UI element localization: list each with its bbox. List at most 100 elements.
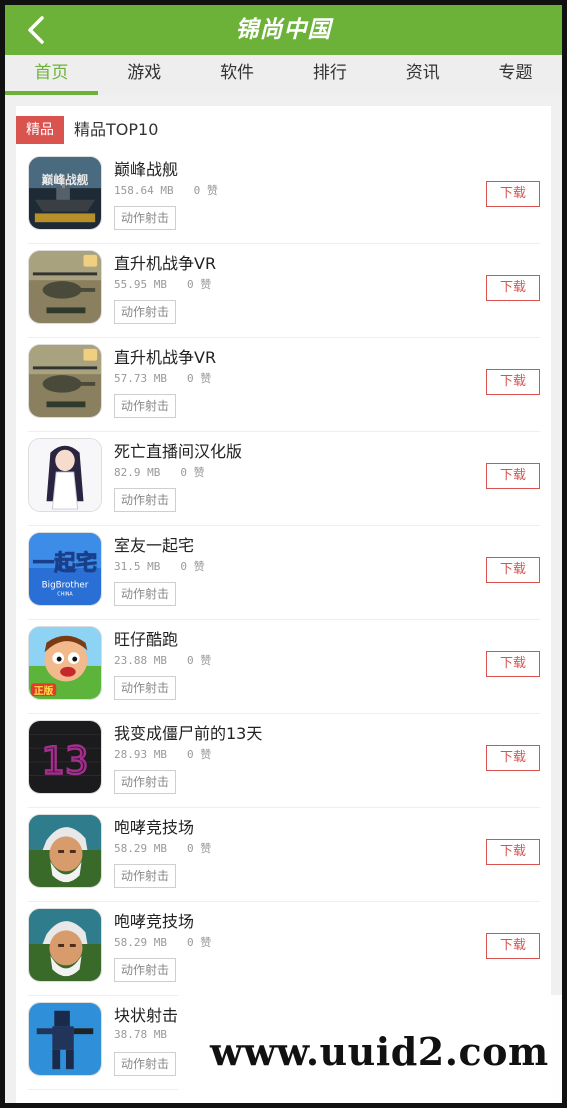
app-likes: 0 赞 <box>180 560 205 573</box>
tab-news[interactable]: 资讯 <box>376 55 469 95</box>
old-fighter-game-icon[interactable] <box>28 908 102 982</box>
block-shooter-game-icon[interactable] <box>28 1002 102 1076</box>
app-row[interactable]: 正版 旺仔酷跑 23.88 MB 0 赞 动作射击 下载 <box>28 620 540 714</box>
app-row[interactable]: 咆哮竞技场 58.29 MB 0 赞 动作射击 下载 <box>28 808 540 902</box>
app-row[interactable]: 死亡直播间汉化版 82.9 MB 0 赞 动作射击 下载 <box>28 432 540 526</box>
download-button[interactable]: 下载 <box>486 839 540 865</box>
app-category-tag[interactable]: 动作射击 <box>114 1052 177 1076</box>
helicopter-game-icon[interactable] <box>28 250 102 324</box>
app-meta: 58.29 MB 0 赞 <box>114 934 211 950</box>
section-badge: 精品 <box>16 116 64 144</box>
app-likes: 0 赞 <box>186 278 212 291</box>
warship-game-icon[interactable]: 巅峰战舰 <box>28 156 102 230</box>
site-watermark: www.uuid2.com <box>178 995 562 1103</box>
app-size: 23.88 MB <box>114 654 167 667</box>
app-name[interactable]: 直升机战争VR <box>114 250 216 274</box>
app-row[interactable]: 咆哮竞技场 58.29 MB 0 赞 动作射击 下载 <box>28 902 540 996</box>
app-category-tag[interactable]: 动作射击 <box>114 488 177 512</box>
app-meta: 158.64 MB 0 赞 <box>114 182 218 198</box>
app-likes: 0 赞 <box>186 748 212 761</box>
download-button[interactable]: 下载 <box>486 275 540 301</box>
svg-text:巅峰战舰: 巅峰战舰 <box>41 173 89 187</box>
tab-software[interactable]: 软件 <box>191 55 284 95</box>
app-category-tag[interactable]: 动作射击 <box>114 676 177 700</box>
app-row[interactable]: 直升机战争VR 57.73 MB 0 赞 动作射击 下载 <box>28 338 540 432</box>
download-button[interactable]: 下载 <box>486 651 540 677</box>
app-likes: 0 赞 <box>186 654 212 667</box>
app-category-tag[interactable]: 动作射击 <box>114 300 177 324</box>
app-category-tag[interactable]: 动作射击 <box>114 770 177 794</box>
svg-text:BigBrother: BigBrother <box>42 580 89 590</box>
app-name[interactable]: 我变成僵尸前的13天 <box>114 720 262 744</box>
watermark-text: www.uuid2.com <box>210 1029 549 1074</box>
app-name[interactable]: 块状射击 <box>114 1002 178 1026</box>
tab-games[interactable]: 游戏 <box>98 55 191 95</box>
app-meta: 57.73 MB 0 赞 <box>114 370 211 386</box>
svg-text:13: 13 <box>41 740 88 783</box>
app-row[interactable]: 13 我变成僵尸前的13天 28.93 MB 0 赞 动作射击 下载 <box>28 714 540 808</box>
app-meta: 31.5 MB 0 赞 <box>114 558 205 574</box>
old-fighter-game-icon[interactable] <box>28 814 102 888</box>
app-size: 38.78 MB <box>114 1028 167 1041</box>
svg-text:正版: 正版 <box>34 684 54 697</box>
app-row[interactable]: 直升机战争VR 55.95 MB 0 赞 动作射击 下载 <box>28 244 540 338</box>
app-size: 31.5 MB <box>114 560 161 573</box>
app-category-tag[interactable]: 动作射击 <box>114 206 177 230</box>
app-meta: 23.88 MB 0 赞 <box>114 652 211 668</box>
roommate-game-icon[interactable]: 一起宅 BigBrother CHINA <box>28 532 102 606</box>
app-meta: 58.29 MB 0 赞 <box>114 840 211 856</box>
app-name[interactable]: 咆哮竞技场 <box>114 814 194 838</box>
app-category-tag[interactable]: 动作射击 <box>114 864 177 888</box>
app-likes: 0 赞 <box>193 184 218 197</box>
app-likes: 0 赞 <box>186 842 212 855</box>
app-name[interactable]: 巅峰战舰 <box>114 156 178 180</box>
app-name[interactable]: 旺仔酷跑 <box>114 626 178 650</box>
svg-text:CHINA: CHINA <box>57 591 73 597</box>
app-row[interactable]: 巅峰战舰 巅峰战舰 158.64 MB 0 赞 动作射击 下载 <box>28 150 540 244</box>
download-button[interactable]: 下载 <box>486 181 540 207</box>
main-content: 精品 精品TOP10 巅峰战舰 巅峰战舰 158.64 MB 0 赞 动作射击 … <box>5 95 562 1106</box>
top10-card: 精品 精品TOP10 巅峰战舰 巅峰战舰 158.64 MB 0 赞 动作射击 … <box>16 106 551 1106</box>
app-category-tag[interactable]: 动作射击 <box>114 394 177 418</box>
tab-home[interactable]: 首页 <box>5 55 98 95</box>
app-meta: 82.9 MB 0 赞 <box>114 464 205 480</box>
download-button[interactable]: 下载 <box>486 369 540 395</box>
download-button[interactable]: 下载 <box>486 463 540 489</box>
runner-boy-game-icon[interactable]: 正版 <box>28 626 102 700</box>
app-meta: 28.93 MB 0 赞 <box>114 746 211 762</box>
anime-girl-game-icon[interactable] <box>28 438 102 512</box>
category-tabs: 首页 游戏 软件 排行 资讯 专题 <box>5 55 562 95</box>
app-size: 82.9 MB <box>114 466 161 479</box>
app-name[interactable]: 咆哮竞技场 <box>114 908 194 932</box>
app-size: 58.29 MB <box>114 936 167 949</box>
app-meta: 55.95 MB 0 赞 <box>114 276 211 292</box>
app-size: 57.73 MB <box>114 372 167 385</box>
tab-topics[interactable]: 专题 <box>469 55 562 95</box>
app-category-tag[interactable]: 动作射击 <box>114 958 177 982</box>
zombie-13-game-icon[interactable]: 13 <box>28 720 102 794</box>
download-button[interactable]: 下载 <box>486 557 540 583</box>
app-likes: 0 赞 <box>180 466 205 479</box>
app-size: 58.29 MB <box>114 842 167 855</box>
tab-ranking[interactable]: 排行 <box>283 55 376 95</box>
helicopter-game-icon[interactable] <box>28 344 102 418</box>
app-likes: 0 赞 <box>186 372 212 385</box>
app-category-tag[interactable]: 动作射击 <box>114 582 177 606</box>
site-title: 锦尚中国 <box>235 17 332 43</box>
app-name[interactable]: 死亡直播间汉化版 <box>114 438 242 462</box>
app-row[interactable]: 一起宅 BigBrother CHINA 室友一起宅 31.5 MB 0 赞 动作… <box>28 526 540 620</box>
app-likes: 0 赞 <box>186 936 212 949</box>
app-size: 55.95 MB <box>114 278 167 291</box>
section-title: 精品TOP10 <box>74 120 159 139</box>
download-button[interactable]: 下载 <box>486 745 540 771</box>
app-name[interactable]: 直升机战争VR <box>114 344 216 368</box>
app-size: 158.64 MB <box>114 184 174 197</box>
download-button[interactable]: 下载 <box>486 933 540 959</box>
app-size: 28.93 MB <box>114 748 167 761</box>
app-meta: 38.78 MB <box>114 1028 187 1041</box>
top-bar: 锦尚中国 <box>5 5 562 55</box>
svg-text:一起宅: 一起宅 <box>33 550 97 576</box>
app-name[interactable]: 室友一起宅 <box>114 532 194 556</box>
section-header: 精品 精品TOP10 <box>16 116 551 144</box>
app-list: 巅峰战舰 巅峰战舰 158.64 MB 0 赞 动作射击 下载 直升机战争VR … <box>28 150 540 1090</box>
